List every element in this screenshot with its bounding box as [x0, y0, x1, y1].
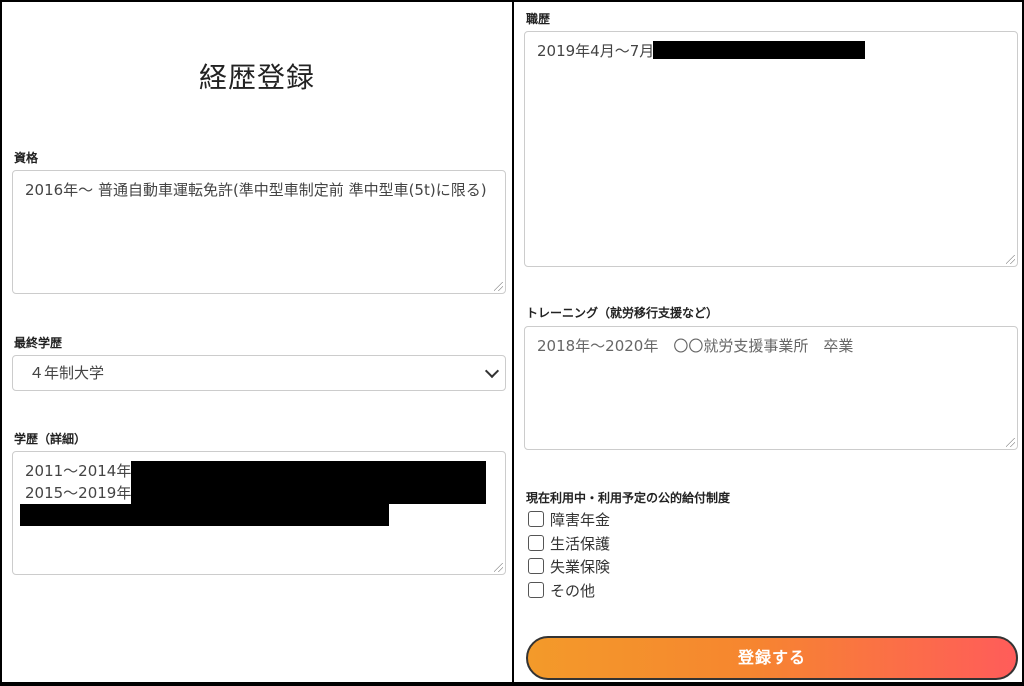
work-history-textarea[interactable]: 2019年4月～7月 — [524, 31, 1018, 267]
final-education-select[interactable]: ４年制大学 — [12, 355, 506, 391]
qualification-label: 資格 — [14, 151, 39, 165]
resize-handle-icon[interactable] — [1006, 438, 1015, 447]
checkbox-row-unemployment[interactable]: 失業保険 — [528, 555, 610, 577]
qualification-text: 2016年～ 普通自動車運転免許(準中型車制定前 準中型車(5t)に限る) — [25, 181, 487, 199]
checkbox[interactable] — [528, 582, 544, 598]
right-panel: 職歴 2019年4月～7月 トレーニング（就労移行支援など） 2018年～202… — [514, 2, 1022, 682]
checkbox-row-other[interactable]: その他 — [528, 579, 595, 601]
work-history-text: 2019年4月～7月 — [537, 42, 655, 60]
redaction-block — [653, 41, 865, 59]
checkbox[interactable] — [528, 535, 544, 551]
left-panel: 経歴登録 資格 2016年～ 普通自動車運転免許(準中型車制定前 準中型車(5t… — [2, 2, 512, 682]
benefits-label: 現在利用中・利用予定の公的給付制度 — [526, 491, 731, 505]
resize-handle-icon[interactable] — [494, 563, 503, 572]
checkbox-label: 生活保護 — [550, 534, 611, 553]
resize-handle-icon[interactable] — [1006, 255, 1015, 264]
chevron-down-icon — [484, 363, 500, 379]
register-button[interactable]: 登録する — [526, 636, 1018, 680]
training-placeholder: 2018年～2020年 〇〇就労支援事業所 卒業 — [537, 337, 854, 355]
checkbox[interactable] — [528, 511, 544, 527]
checkbox-row-welfare[interactable]: 生活保護 — [528, 532, 610, 554]
training-textarea[interactable]: 2018年～2020年 〇〇就労支援事業所 卒業 — [524, 326, 1018, 450]
education-detail-label: 学歴（詳細） — [14, 432, 87, 446]
final-education-label: 最終学歴 — [14, 336, 63, 350]
resize-handle-icon[interactable] — [494, 282, 503, 291]
checkbox-label: 失業保険 — [550, 557, 611, 576]
checkbox[interactable] — [528, 558, 544, 574]
qualification-textarea[interactable]: 2016年～ 普通自動車運転免許(準中型車制定前 準中型車(5t)に限る) — [12, 170, 506, 294]
redaction-block — [131, 461, 486, 504]
app-frame: 経歴登録 資格 2016年～ 普通自動車運転免許(準中型車制定前 準中型車(5t… — [2, 2, 1022, 682]
checkbox-label: 障害年金 — [550, 510, 611, 529]
education-detail-textarea[interactable]: 2011～2014年 2015～2019年 — [12, 451, 506, 575]
page-title: 経歴登録 — [198, 61, 315, 94]
checkbox-row-disability-pension[interactable]: 障害年金 — [528, 508, 610, 530]
work-history-label: 職歴 — [526, 12, 551, 26]
final-education-value: ４年制大学 — [29, 364, 105, 382]
redaction-block — [20, 504, 389, 526]
training-label: トレーニング（就労移行支援など） — [526, 306, 719, 320]
checkbox-label: その他 — [550, 581, 596, 600]
